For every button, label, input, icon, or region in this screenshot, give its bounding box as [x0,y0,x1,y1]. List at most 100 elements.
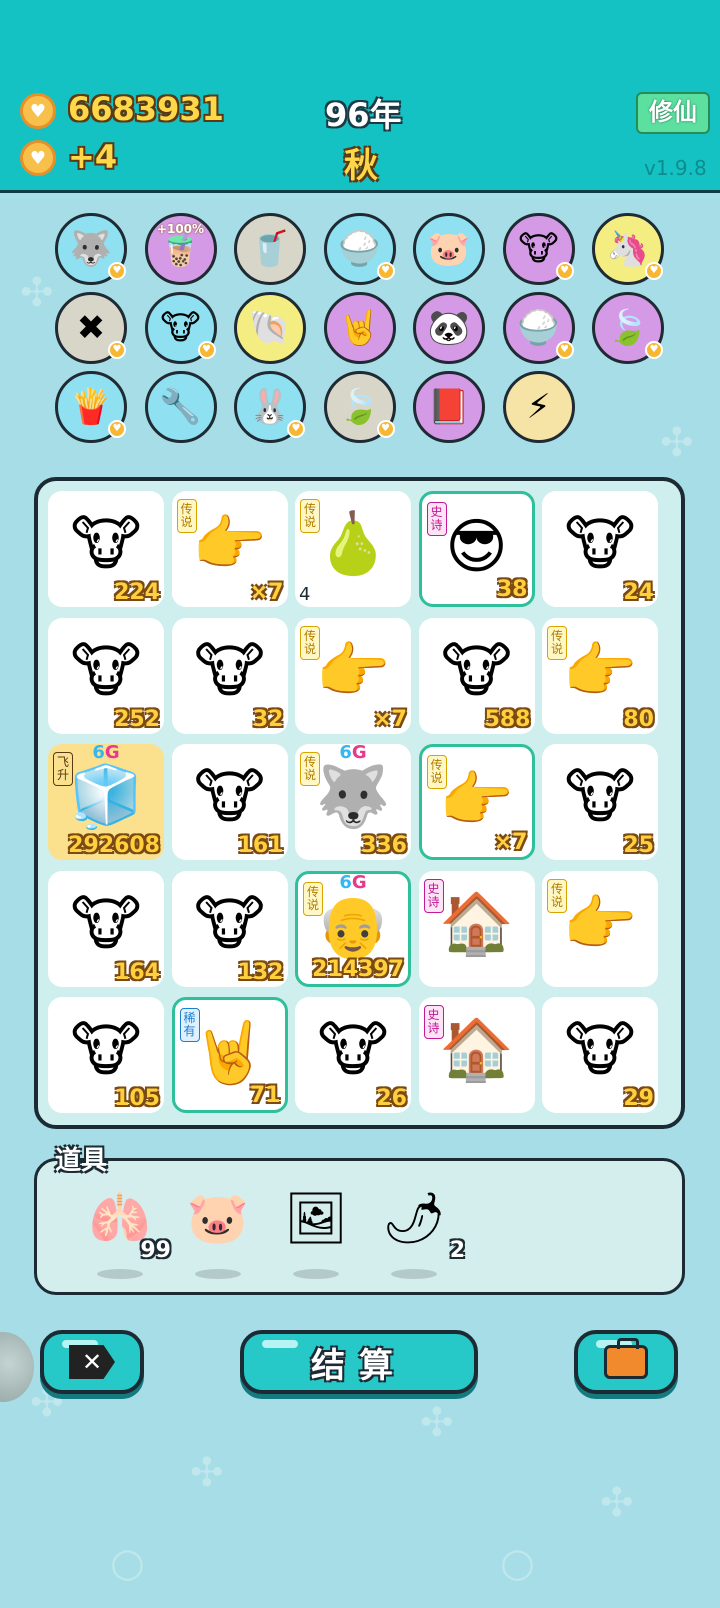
board-cell[interactable]: 👉 传说 80 [542,617,658,734]
level-number: 6 [339,871,352,893]
settle-button[interactable]: 结算 [240,1330,478,1394]
shell-icon: 🐚 [248,308,292,348]
delete-icon: ✕ [69,1345,115,1379]
prop-shadow [391,1269,437,1279]
time-magazine-icon: 📕 [427,387,471,427]
coin-icon: ♥ [20,93,56,129]
rice-bowl-icon: 🍚 [338,229,381,269]
board-cell[interactable]: 🏠 史诗 [418,870,535,987]
cell-count: 26 [376,1086,407,1111]
cows-pair-icon: 🐮 [518,229,559,269]
board-cell[interactable]: 🐮 26 [295,997,411,1113]
delete-tag-icon: ✖ [76,308,106,348]
board-cell[interactable]: 🐮 252 [48,617,164,734]
owned-item-rice-bowl[interactable]: 🍚 ♥ [323,213,396,285]
board-cell[interactable]: 👉 传说 [542,870,658,987]
prop-shadow [195,1269,241,1279]
board-cell[interactable]: 🤘 稀有 71 [171,997,288,1113]
season-label: 秋 [344,146,378,186]
settle-label: 结算 [311,1345,407,1386]
rarity-tag: 传说 [547,625,567,660]
cell-count: 224 [114,580,160,605]
board-cell[interactable]: 🐮 224 [48,491,164,607]
board-cell[interactable]: 🧊 飞升 6G 292608 [48,742,164,860]
side-float-ball[interactable] [0,1332,34,1402]
board-cell[interactable]: 🐮 588 [418,617,535,734]
board-cell[interactable]: 🐮 25 [542,744,658,860]
owned-item-piggy-bank[interactable]: 🐷 [413,213,485,285]
board-cell[interactable]: 🏠 史诗 [418,997,535,1113]
owned-item-pump[interactable]: 🔧 [144,371,217,443]
backpack-button[interactable] [574,1330,678,1394]
owned-item-milk-tea-bonus[interactable]: 🧋 +100% [144,213,217,285]
board-cell[interactable]: 👴 传说 6G 214397 [295,870,411,987]
rarity-tag: 传说 [547,878,567,913]
year-label: 96年 [325,96,402,134]
prop-panda-frame[interactable]: 🖼 [271,1175,361,1279]
board-cell[interactable]: 🍐 传说 4 [295,491,411,607]
board-cell[interactable]: 👉 传说 ×7 [295,617,411,734]
owned-item-panda[interactable]: 🐼 [413,292,485,364]
cell-count-left: 4 [299,584,311,605]
owned-item-cows-pair[interactable]: 🐮 ♥ [502,213,575,285]
owned-item-bubble-tea[interactable]: 🥤 [234,213,306,285]
coin-total: 6683931 [68,90,224,128]
board-cell[interactable]: 👉 传说 ×7 [418,744,535,860]
heart-badge-icon: ♥ [287,420,305,438]
board-cell[interactable]: 😎 史诗 38 [418,491,535,607]
cell-count: 32 [252,706,284,732]
cell-count: 336 [361,833,407,858]
owned-item-delete-tag[interactable]: ✖ ♥ [55,292,127,364]
cell-count: 292608 [68,833,160,858]
leaf-icon: 🍃 [606,308,650,348]
cell-count: 71 [249,1083,281,1108]
coin-icon: ♥ [20,140,56,176]
level-letter: G [104,742,120,763]
top-bar: ♥ 6683931 ♥ +4 96年 秋 修仙 v1.9.8 [0,0,720,193]
board-cell[interactable]: 🐮 29 [542,997,658,1113]
cell-item-icon: 🐮 [193,888,265,959]
owned-item-fries[interactable]: 🍟 ♥ [55,371,127,443]
prop-piggy[interactable]: 🐷 [173,1175,263,1279]
owned-item-rice-bowl-2[interactable]: 🍚 ♥ [502,292,575,364]
heart-badge-icon: ♥ [555,262,574,280]
owned-item-shell[interactable]: 🐚 [234,292,306,364]
level-letter: G [351,871,367,893]
owned-item-time-magazine[interactable]: 📕 [413,371,485,443]
board-cell[interactable]: 🐮 161 [171,744,288,860]
briefcase-icon [604,1338,648,1379]
prop-liver[interactable]: 🫁 99 [75,1175,171,1279]
prop-chili[interactable]: 🌶 2 [369,1175,465,1279]
board-cell[interactable]: 🐮 24 [542,491,658,607]
cell-item-icon: 🐮 [193,635,265,706]
husky-icon: 🐺 [69,229,113,269]
item-board: 🐮 224 👉 传说 ×7 🍐 传说 4 😎 史诗 38 🐮 24 🐮 252 🐮 32 👉 传说 ×7 🐮 588 👉 传说… [34,477,685,1129]
owned-item-cows-pair-2[interactable]: 🐮 ♥ [144,292,217,364]
board-cell[interactable]: 🐮 32 [171,617,288,734]
button-shine [262,1340,298,1348]
heart-badge-icon: ♥ [108,262,126,280]
bonus-label: +100% [156,222,205,236]
bg-clover: ○ [500,1540,535,1586]
level-number: 6 [92,742,105,763]
rarity-tag: 史诗 [423,878,444,913]
owned-item-lightning[interactable]: ⚡ [502,371,575,443]
panda-frame-icon: 🖼 [284,1189,348,1247]
board-cell[interactable]: 👉 传说 ×7 [171,491,288,607]
board-cell[interactable]: 🐺 传说 6G 336 [295,742,411,860]
owned-item-rabbit[interactable]: 🐰 ♥ [234,371,306,443]
board-cell[interactable]: 🐮 105 [48,997,164,1113]
owned-item-leaf-2[interactable]: 🍃 ♥ [323,371,396,443]
board-cell[interactable]: 🐮 164 [48,870,164,987]
xiuxian-button[interactable]: 修仙 [636,92,710,134]
heart-badge-icon: ♥ [645,262,663,280]
owned-item-unicorn[interactable]: 🦄 ♥ [592,213,664,285]
lightning-icon: ⚡ [526,387,551,427]
props-panel: 🫁 99 🐷 🖼 🌶 2 [34,1158,685,1295]
board-cell[interactable]: 🐮 132 [171,870,288,987]
owned-item-leaf[interactable]: 🍃 ♥ [592,292,664,364]
bg-clover: ✣ [600,1480,634,1526]
delete-button[interactable]: ✕ [40,1330,144,1394]
owned-item-rock-hand[interactable]: 🤘 [323,292,396,364]
owned-item-husky[interactable]: 🐺 ♥ [55,213,127,285]
